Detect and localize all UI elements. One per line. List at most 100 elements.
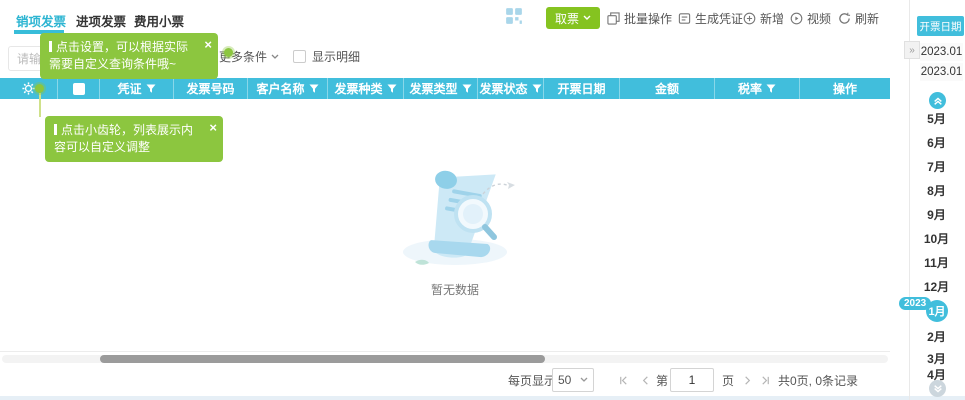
column-label: 发票类型 (409, 82, 458, 96)
filter-icon[interactable] (532, 84, 542, 94)
per-page-select[interactable]: 50 (552, 368, 594, 392)
empty-state-text: 暂无数据 (430, 283, 479, 297)
invoice-date-panel-button[interactable]: 开票日期 (917, 16, 964, 36)
year-badge: 2023 (899, 297, 932, 310)
date-end-value[interactable]: 2023.01 (920, 63, 963, 81)
more-conditions-anchor-dot (224, 48, 233, 57)
column-label: 发票状态 (479, 82, 528, 96)
play-circle-icon (790, 12, 803, 24)
month-item-aug[interactable]: 8月 (908, 182, 965, 198)
prev-page-button[interactable] (636, 368, 654, 392)
batch-operations-button[interactable]: 批量操作 (607, 9, 672, 27)
filter-icon[interactable] (462, 84, 472, 94)
column-header-customer-name[interactable]: 客户名称 (248, 78, 328, 99)
get-ticket-label: 取票 (554, 11, 579, 26)
double-chevron-down-icon (933, 384, 942, 392)
column-label: 操作 (832, 82, 857, 96)
invoice-app-window: 销项发票 进项发票 费用小票 取票 批量操作 生成凭证 新增 视频 刷新 更多条… (0, 0, 965, 400)
voucher-icon (678, 12, 691, 24)
column-label: 客户名称 (256, 82, 305, 96)
video-label: 视频 (807, 11, 832, 26)
scroll-months-down-button[interactable] (929, 380, 946, 397)
date-start-value[interactable]: 2023.01 (920, 43, 963, 61)
gear-anchor-dot (35, 84, 44, 93)
month-item-may[interactable]: 5月 (908, 110, 965, 126)
month-item-dec[interactable]: 12月 (908, 278, 965, 294)
table-header-row: 凭证 发票号码 客户名称 发票种类 发票类型 发票状态 开票日期 金额 税率 操… (0, 78, 890, 99)
bottom-edge-strip (0, 396, 965, 400)
select-all-cell (58, 78, 100, 99)
chevron-left-icon (642, 375, 648, 385)
show-detail-label: 显示明细 (312, 50, 361, 64)
column-label: 凭证 (117, 82, 142, 96)
filter-icon[interactable] (766, 84, 776, 94)
column-label: 发票种类 (334, 82, 383, 96)
tab-expense-receipt[interactable]: 费用小票 (134, 11, 184, 30)
month-item-jun[interactable]: 6月 (908, 134, 965, 150)
column-header-invoice-status[interactable]: 发票状态 (478, 78, 544, 99)
refresh-icon (839, 12, 851, 24)
pagination-summary: 共0页, 0条记录 (778, 373, 859, 388)
first-page-button[interactable] (614, 368, 632, 392)
column-label: 开票日期 (557, 82, 606, 96)
column-header-voucher[interactable]: 凭证 (100, 78, 174, 99)
circle-plus-icon (743, 12, 756, 24)
page-number-input[interactable] (670, 368, 714, 392)
column-header-invoice-type[interactable]: 发票类型 (404, 78, 478, 99)
tab-purchase-invoice[interactable]: 进项发票 (76, 11, 126, 30)
month-item-feb[interactable]: 2月 (908, 328, 965, 344)
month-item-sep[interactable]: 9月 (908, 206, 965, 222)
page-suffix-label: 页 (722, 373, 735, 388)
page-prefix-label: 第 (656, 373, 669, 388)
month-item-jul[interactable]: 7月 (908, 158, 965, 174)
batch-icon (607, 11, 620, 25)
chevron-down-icon (583, 15, 591, 20)
last-page-button[interactable] (756, 368, 774, 392)
add-new-label: 新增 (760, 11, 785, 26)
next-page-button[interactable] (738, 368, 756, 392)
tooltip-accent-bar (54, 124, 57, 135)
column-label: 税率 (737, 82, 762, 96)
filter-icon[interactable] (146, 84, 156, 94)
tab-sales-invoice[interactable]: 销项发票 (16, 11, 66, 30)
filter-icon[interactable] (309, 84, 319, 94)
get-ticket-button[interactable]: 取票 (546, 7, 600, 29)
column-header-tax-rate[interactable]: 税率 (715, 78, 800, 99)
horizontal-scrollbar-thumb[interactable] (100, 355, 545, 363)
video-button[interactable]: 视频 (790, 9, 831, 27)
chevron-down-icon (271, 54, 279, 59)
tooltip-accent-bar (49, 41, 52, 52)
show-detail-toggle[interactable]: 显示明细 (293, 48, 360, 65)
close-icon[interactable]: × (209, 121, 217, 134)
column-header-invoice-kind[interactable]: 发票种类 (328, 78, 404, 99)
settings-tooltip: 点击设置，可以根据实际需要自定义查询条件哦~ × (40, 33, 218, 79)
select-all-checkbox[interactable] (72, 82, 85, 95)
generate-voucher-button[interactable]: 生成凭证 (678, 9, 743, 27)
double-chevron-up-icon (933, 97, 942, 105)
gear-icon[interactable] (22, 82, 35, 95)
month-item-oct[interactable]: 10月 (908, 230, 965, 246)
generate-voucher-label: 生成凭证 (695, 11, 744, 26)
show-detail-checkbox[interactable] (293, 50, 306, 63)
column-header-invoice-date[interactable]: 开票日期 (544, 78, 620, 99)
month-item-nov[interactable]: 11月 (908, 254, 965, 270)
qr-scan-icon[interactable] (505, 7, 523, 25)
gear-tooltip: 点击小齿轮，列表展示内容可以自定义调整 × (45, 116, 223, 162)
chevron-right-icon (744, 375, 750, 385)
collapse-panel-button[interactable]: » (904, 41, 920, 59)
column-header-amount[interactable]: 金额 (620, 78, 715, 99)
last-page-icon (761, 375, 769, 385)
tooltip-connector-line (39, 93, 41, 117)
per-page-value: 50 (558, 373, 572, 387)
scroll-months-up-button[interactable] (929, 92, 946, 109)
month-item-mar[interactable]: 3月 (908, 350, 965, 366)
column-header-actions[interactable]: 操作 (800, 78, 890, 99)
filter-icon[interactable] (387, 84, 397, 94)
add-new-button[interactable]: 新增 (743, 9, 784, 27)
close-icon[interactable]: × (204, 38, 212, 51)
refresh-label: 刷新 (855, 11, 880, 26)
column-header-invoice-number[interactable]: 发票号码 (174, 78, 248, 99)
gear-tooltip-text: 点击小齿轮，列表展示内容可以自定义调整 (54, 123, 194, 154)
refresh-button[interactable]: 刷新 (838, 9, 879, 27)
first-page-icon (619, 375, 627, 385)
